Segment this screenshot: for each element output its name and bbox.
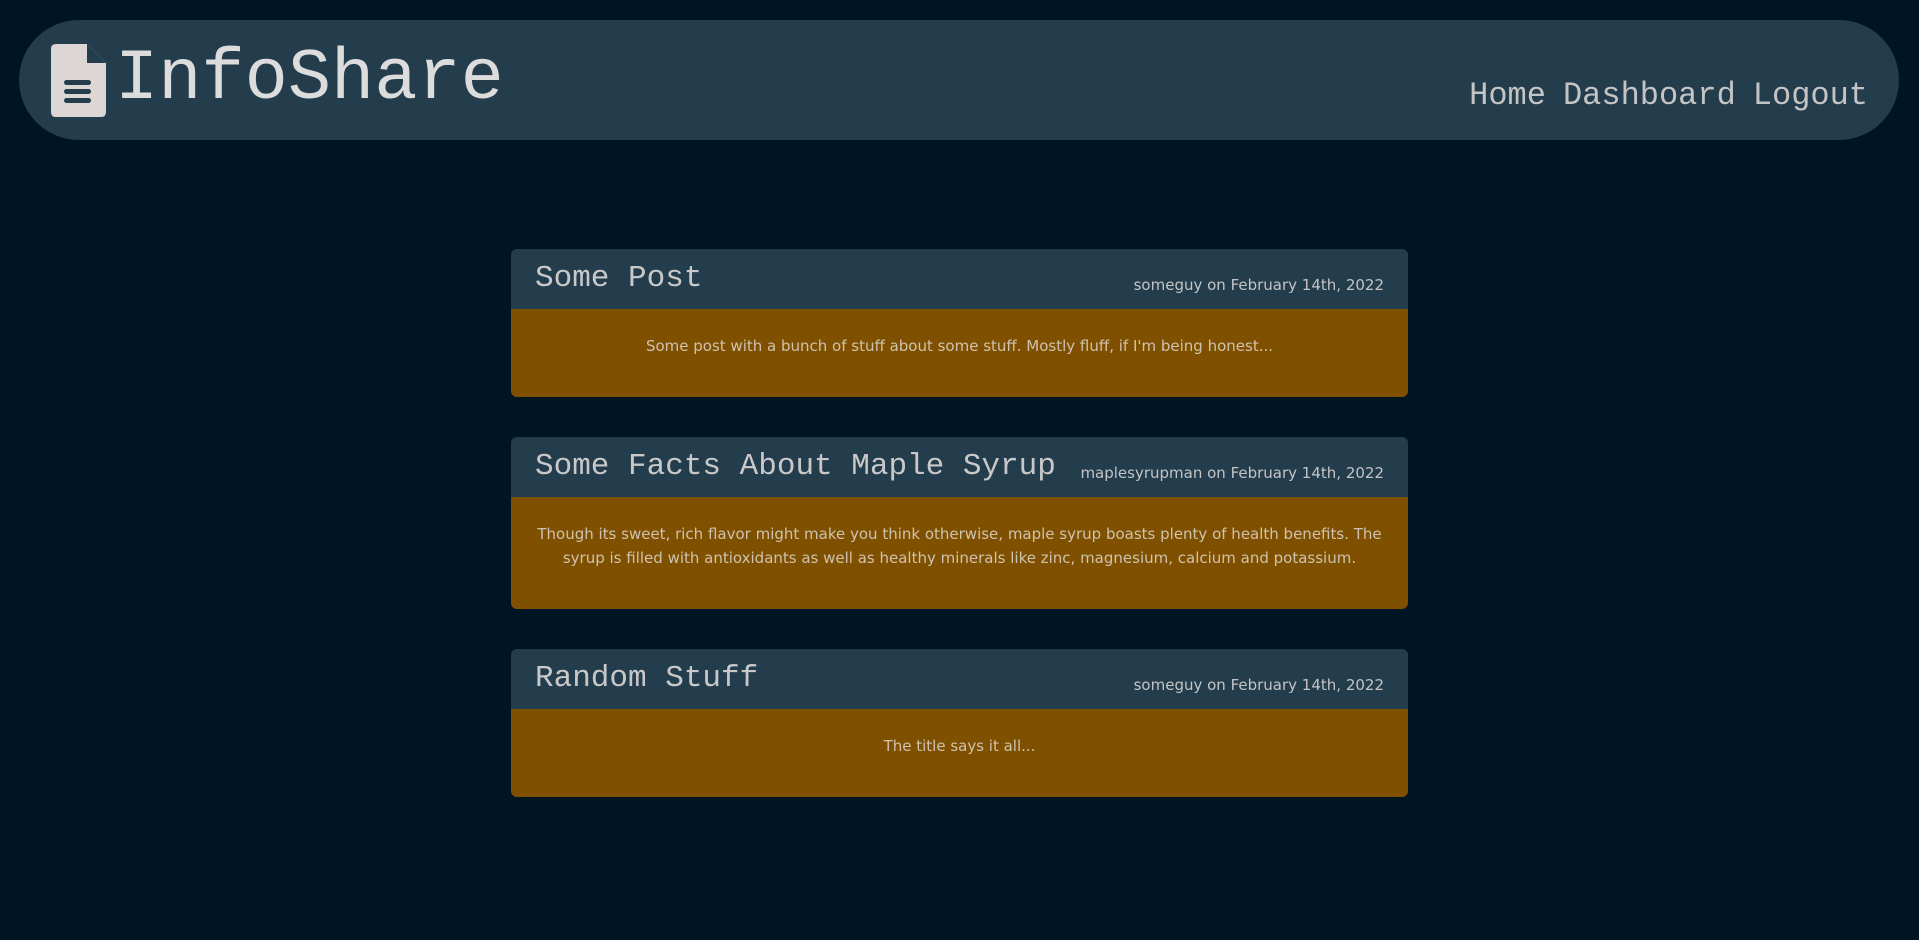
post-list: Some Post someguy on February 14th, 2022… — [511, 249, 1408, 837]
post-title[interactable]: Random Stuff — [535, 660, 758, 698]
site-title[interactable]: InfoShare — [115, 34, 504, 124]
post-body: The title says it all... — [511, 709, 1408, 797]
main-nav: Home Dashboard Logout — [1469, 75, 1868, 117]
post-header: Some Facts About Maple Syrup maplesyrupm… — [511, 437, 1408, 497]
post-title[interactable]: Some Post — [535, 260, 702, 298]
post-header: Some Post someguy on February 14th, 2022 — [511, 249, 1408, 309]
site-header: InfoShare Home Dashboard Logout — [19, 20, 1899, 140]
post-meta: someguy on February 14th, 2022 — [1133, 276, 1384, 294]
post-meta: maplesyrupman on February 14th, 2022 — [1080, 464, 1384, 482]
post-card[interactable]: Some Facts About Maple Syrup maplesyrupm… — [511, 437, 1408, 609]
nav-home-link[interactable]: Home — [1469, 75, 1546, 117]
post-header: Random Stuff someguy on February 14th, 2… — [511, 649, 1408, 709]
document-icon — [51, 44, 106, 117]
post-body: Some post with a bunch of stuff about so… — [511, 309, 1408, 397]
post-title[interactable]: Some Facts About Maple Syrup — [535, 448, 1056, 486]
post-card[interactable]: Some Post someguy on February 14th, 2022… — [511, 249, 1408, 397]
post-meta: someguy on February 14th, 2022 — [1133, 676, 1384, 694]
nav-logout-link[interactable]: Logout — [1753, 75, 1868, 117]
post-card[interactable]: Random Stuff someguy on February 14th, 2… — [511, 649, 1408, 797]
post-body: Though its sweet, rich flavor might make… — [511, 497, 1408, 609]
nav-dashboard-link[interactable]: Dashboard — [1563, 75, 1736, 117]
